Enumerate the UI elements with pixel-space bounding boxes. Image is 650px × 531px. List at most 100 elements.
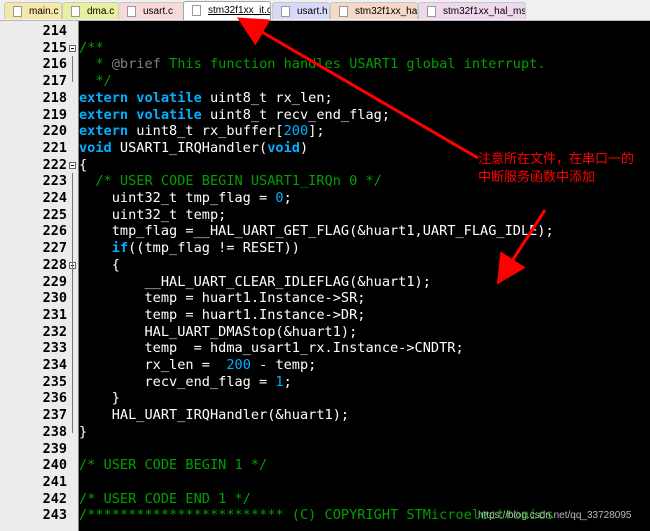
fold-guide (72, 273, 73, 400)
code-line[interactable]: tmp_flag =__HAL_UART_GET_FLAG(&huart1,UA… (79, 223, 554, 240)
code-line[interactable]: /* USER CODE BEGIN 1 */ (79, 457, 267, 474)
line-number: 221 (42, 139, 67, 156)
code-token: 0 (275, 190, 284, 206)
code-token: void (267, 139, 300, 156)
fold-guide (72, 56, 73, 83)
tab-usart-c[interactable]: usart.c (118, 2, 186, 19)
line-number: 240 (42, 457, 67, 474)
tab-label: main.c (29, 6, 59, 17)
line-number: 218 (42, 89, 67, 106)
line-number: 222 (42, 156, 67, 173)
line-number: 231 (42, 306, 67, 323)
line-number: 229 (42, 273, 67, 290)
code-token: /* USER CODE BEGIN 1 */ (79, 457, 268, 474)
line-number: 224 (42, 190, 67, 206)
code-line[interactable]: temp = hdma_usart1_rx.Instance->CNDTR; (79, 340, 463, 357)
fold-toggle-icon[interactable] (69, 44, 76, 52)
code-token: HAL_UART_IRQHandler(&huart1); (79, 407, 350, 424)
file-icon (281, 6, 290, 17)
line-number: 215 (42, 39, 67, 56)
fold-toggle-icon[interactable] (69, 161, 76, 169)
line-number: 238 (42, 423, 67, 440)
code-line[interactable]: __HAL_UART_CLEAR_IDLEFLAG(&huart1); (79, 273, 431, 291)
line-number: 233 (42, 340, 67, 357)
file-icon (192, 5, 201, 16)
code-token: uint32_t temp; (79, 206, 227, 223)
watermark: https://blog.csdn.net/qq_33728095 (478, 510, 632, 521)
code-token: - temp; (250, 357, 317, 373)
code-token: recv_end_flag = (79, 373, 276, 390)
code-token: extern (79, 123, 137, 140)
code-token: USART1_IRQHandler( (119, 139, 268, 156)
line-number: 243 (42, 507, 67, 524)
code-line[interactable]: temp = huart1.Instance->DR; (79, 307, 365, 324)
code-line[interactable]: */ (79, 73, 111, 90)
code-token: } (79, 390, 120, 407)
line-number: 235 (42, 373, 67, 390)
code-line[interactable]: extern volatile uint8_t rx_len; (79, 90, 333, 107)
line-number: 234 (42, 357, 67, 373)
code-line[interactable]: } (79, 390, 120, 407)
code-line[interactable]: /* USER CODE BEGIN USART1_IRQn 0 */ (79, 173, 381, 190)
code-line[interactable]: /** (79, 40, 104, 57)
code-token: } (79, 423, 88, 440)
code-token: 1 (275, 373, 284, 390)
code-line[interactable]: rx_len = 200 - temp; (79, 357, 316, 374)
code-token: void (79, 139, 120, 156)
code-line[interactable]: /* USER CODE END 1 */ (79, 491, 251, 508)
code-token: ((tmp_flag != RESET)) (128, 240, 300, 257)
code-token: extern volatile (79, 89, 210, 106)
file-icon (71, 6, 80, 17)
code-token: { (79, 256, 120, 273)
line-number: 217 (42, 73, 67, 90)
code-line[interactable]: uint32_t tmp_flag = 0; (79, 190, 292, 207)
file-icon (13, 6, 22, 17)
code-token: 200 (226, 357, 251, 373)
code-token: ; (283, 190, 292, 206)
code-line[interactable]: temp = huart1.Instance->SR; (79, 290, 365, 307)
code-token: /* USER CODE END 1 */ (79, 490, 251, 507)
code-token: temp = huart1.Instance->DR; (79, 306, 366, 323)
code-line[interactable]: { (79, 157, 87, 174)
code-token: 200 (283, 123, 309, 140)
tab-stm32f1xx-it-c[interactable]: stm32f1xx_it.c* (183, 1, 271, 20)
code-token: if (111, 240, 129, 257)
tab-dma-c[interactable]: dma.c (62, 2, 120, 19)
line-number: 214 (42, 23, 67, 39)
tab-main-c[interactable]: main.c (4, 2, 62, 19)
tab-bar: main.c dma.c usart.c stm32f1xx_it.c* usart.h… (0, 0, 650, 21)
line-number: 219 (42, 106, 67, 123)
code-token: { (79, 156, 88, 173)
code-editor[interactable]: /** * @brief This function handles USART… (79, 21, 650, 531)
code-line[interactable]: * @brief This function handles USART1 gl… (79, 56, 545, 73)
code-line[interactable]: HAL_UART_IRQHandler(&huart1); (79, 407, 349, 424)
file-icon (127, 6, 136, 17)
annotation-note: 注意所在文件，在串口一的中断服务函数中添加 (478, 150, 638, 186)
tab-stm32f1xx-hal-c[interactable]: stm32f1xx_hal.c (330, 2, 418, 19)
line-number: 239 (42, 440, 67, 457)
file-icon (339, 6, 348, 17)
code-token: * (79, 56, 112, 73)
code-line[interactable]: if((tmp_flag != RESET)) (79, 240, 300, 257)
code-line[interactable]: HAL_UART_DMAStop(&huart1); (79, 324, 357, 341)
tab-stm32f1xx-hal-msp-c[interactable]: stm32f1xx_hal_msp.c (418, 2, 526, 19)
code-line[interactable]: { (79, 257, 120, 274)
code-line[interactable]: } (79, 424, 87, 441)
tab-usart-h[interactable]: usart.h (272, 2, 330, 19)
code-line[interactable]: extern volatile uint8_t recv_end_flag; (79, 107, 390, 124)
code-line[interactable]: extern uint8_t rx_buffer[200]; (79, 123, 325, 140)
code-token: __HAL_UART_CLEAR_IDLEFLAG(&huart1); (79, 273, 431, 290)
line-number: 228 (42, 256, 67, 273)
line-number: 220 (42, 123, 67, 140)
tab-label: usart.h (297, 6, 328, 17)
line-number: 242 (42, 490, 67, 507)
code-line[interactable]: void USART1_IRQHandler(void) (79, 140, 308, 157)
code-token: extern volatile (79, 106, 210, 123)
code-line[interactable]: uint32_t temp; (79, 206, 227, 224)
line-number: 236 (42, 390, 67, 407)
line-number: 237 (42, 407, 67, 424)
code-line[interactable]: recv_end_flag = 1; (79, 373, 291, 391)
line-number-gutter: 214 215 216 217 218 219 220 221 222 223 224 225 226 2… (0, 21, 78, 531)
tab-label: usart.c (143, 6, 174, 17)
code-token: HAL_UART_DMAStop(&huart1); (79, 323, 358, 340)
